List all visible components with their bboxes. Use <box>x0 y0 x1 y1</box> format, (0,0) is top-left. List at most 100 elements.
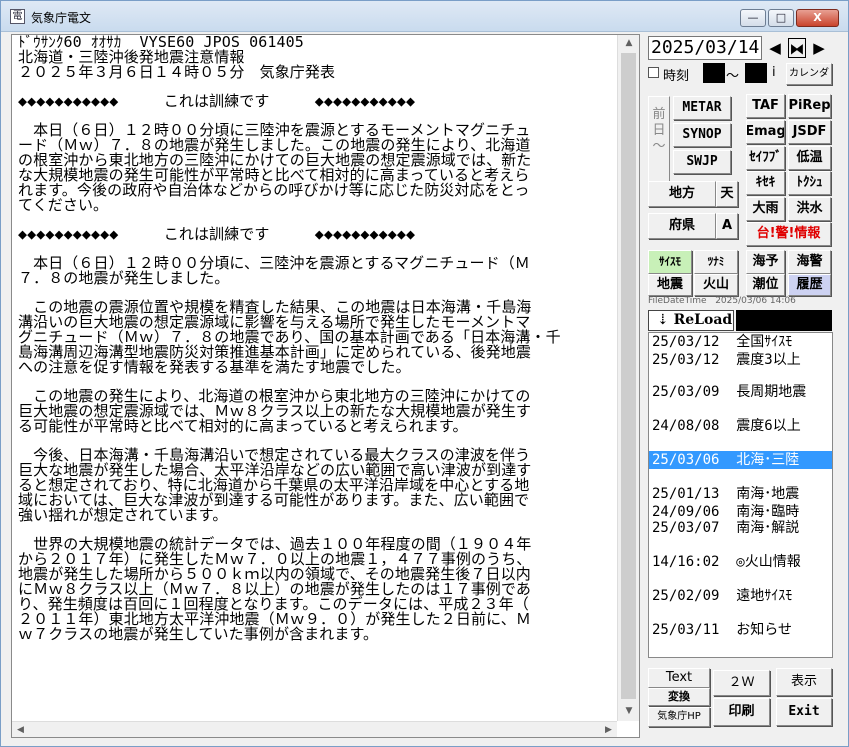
text-button[interactable]: Text <box>648 668 710 688</box>
next-day-icon[interactable]: ▶ <box>810 38 828 58</box>
list-item-date: 25/03/12 <box>652 334 720 350</box>
window-title: 気象庁電文 <box>31 11 92 25</box>
list-item-label: 遠地ｻｲｽﾓ <box>736 588 793 604</box>
tokushu-button[interactable]: ﾄｸｼｭ <box>788 171 831 195</box>
minimize-button[interactable]: — <box>740 9 766 27</box>
paragraph-line: る可能性が平常時と比べて相対的に高まっていると考えられます。 <box>18 417 468 435</box>
close-button[interactable]: X <box>796 9 839 27</box>
list-item-label: 震度3以上 <box>736 352 801 368</box>
kouzui-button[interactable]: 洪水 <box>788 197 831 221</box>
paragraph: 世界の大規模地震の統計データでは、過去１００年程度の間（１９０４年 から２０１７年… <box>18 537 612 642</box>
banner-text: ◆◆◆◆◆◆◆◆◆◆◆ これは訓練です ◆◆◆◆◆◆◆◆◆◆◆ <box>18 92 416 110</box>
jma-hp-button[interactable]: 気象庁HP <box>648 707 710 727</box>
file-datetime-value: 2025/03/06 14:06 <box>715 296 796 306</box>
list-item-date: 25/03/06 <box>652 452 720 468</box>
jsdf-button[interactable]: JSDF <box>788 120 831 144</box>
jishin-button[interactable]: 地震 <box>648 274 692 296</box>
kazan-button[interactable]: 火山 <box>694 274 738 296</box>
horizontal-scrollbar[interactable]: ◀ ▶ <box>12 721 617 737</box>
scroll-down-icon[interactable]: ▼ <box>618 703 639 720</box>
kaiyou-button[interactable]: 海予 <box>746 250 785 274</box>
ooame-button[interactable]: 大雨 <box>746 197 785 221</box>
title-bar[interactable]: 電 気象庁電文 — □ X <box>1 1 848 32</box>
metar-button[interactable]: METAR <box>673 96 731 120</box>
list-item-date: 25/03/12 <box>652 352 720 368</box>
control-panel: 2025/03/14 ◀ ⧓ ▶ 時刻 〜 i カレンダ 前 日 〜 METAR… <box>646 34 841 738</box>
kaikei-button[interactable]: 海警 <box>788 250 831 274</box>
paragraph: この地震の発生により、北海道の根室沖から東北地方の三陸沖にかけての 巨大地震の想定… <box>18 389 612 434</box>
list-item[interactable]: 25/02/09 遠地ｻｲｽﾓ <box>649 587 832 605</box>
training-banner: ◆◆◆◆◆◆◆◆◆◆◆ これは訓練です ◆◆◆◆◆◆◆◆◆◆◆ <box>18 94 612 109</box>
time-start-field[interactable] <box>703 63 725 83</box>
time-end-field[interactable] <box>745 63 767 83</box>
list-item-label: 震度6以上 <box>736 418 801 434</box>
list-item[interactable]: 25/03/07 南海･解説 <box>649 519 832 537</box>
a-button[interactable]: A <box>716 213 738 239</box>
seismo-button[interactable]: ｻｲｽﾓ <box>648 250 692 274</box>
list-item-label: 南海･解説 <box>736 520 800 536</box>
message-list[interactable]: 25/03/12 全国ｻｲｽﾓ 25/03/12 震度3以上 25/03/09 長周… <box>648 332 833 658</box>
ten-button[interactable]: 天 <box>716 181 738 207</box>
henkan-button[interactable]: 変換 <box>648 688 710 706</box>
taf-button[interactable]: TAF <box>746 94 785 118</box>
paragraph: 本日（６日）１２時００分頃に三陸沖を震源とするモーメントマグニチュ ード（Ｍｗ）７… <box>18 123 612 213</box>
synop-button[interactable]: SYNOP <box>673 123 731 147</box>
message-text-pane[interactable]: ﾄﾞｳｻﾝｸ60 ｵｵｻｶ VYSE60 JPOS 061405 北海道・三陸沖後… <box>11 34 640 738</box>
date-field[interactable]: 2025/03/14 <box>648 36 762 60</box>
list-item-date: 24/09/06 <box>652 504 720 520</box>
list-item-date: 25/03/07 <box>652 520 720 536</box>
list-item[interactable]: 25/03/11 お知らせ <box>649 621 832 639</box>
list-item[interactable]: 25/01/13 南海･地震 <box>649 485 832 503</box>
emag-button[interactable]: Emag <box>746 120 785 144</box>
list-item[interactable]: 14/16:02 ◎火山情報 <box>649 553 832 571</box>
paragraph-line: ７．８の地震が発生しました。 <box>18 269 230 287</box>
file-datetime-label: FileDateTime <box>648 296 707 306</box>
time-label: 時刻 <box>663 69 690 84</box>
chihou-button[interactable]: 地方 <box>648 181 716 207</box>
list-item[interactable]: 24/08/08 震度6以上 <box>649 417 832 435</box>
list-item-label: 全国ｻｲｽﾓ <box>736 334 793 350</box>
paragraph-line: てください。 <box>18 196 109 214</box>
list-item-date: 25/03/09 <box>652 384 720 400</box>
scroll-up-icon[interactable]: ▲ <box>618 35 639 52</box>
prev-day-icon[interactable]: ◀ <box>766 38 784 58</box>
list-item-label: 南海･地震 <box>736 486 800 502</box>
pirep-button[interactable]: PiRep <box>788 94 831 118</box>
paragraph-line: への注意を促す情報を発表する基準を満たす地震でした。 <box>18 358 411 376</box>
calendar-button[interactable]: カレンダ <box>786 63 832 85</box>
kiseki-button[interactable]: ｷｾｷ <box>746 171 785 195</box>
print-button[interactable]: 印刷 <box>713 698 770 726</box>
list-item[interactable]: 25/03/06 北海･三陸 <box>649 451 832 469</box>
header-line: ２０２５年３月６日１４時０５分 気象庁発表 <box>18 63 336 81</box>
list-item-date: 25/02/09 <box>652 588 720 604</box>
list-item-date: 25/03/11 <box>652 622 720 638</box>
scroll-thumb[interactable] <box>621 53 636 699</box>
seifubu-button[interactable]: ｾｲﾌﾌﾞ <box>746 146 785 170</box>
list-item[interactable]: 25/03/12 震度3以上 <box>649 351 832 369</box>
teion-button[interactable]: 低温 <box>788 146 831 170</box>
rireki-button[interactable]: 履歴 <box>788 274 831 296</box>
reload-button[interactable]: ⇣ ReLoad <box>648 310 734 331</box>
typhoon-warning-info-button[interactable]: 台!警!情報 <box>746 222 831 246</box>
vertical-scrollbar[interactable]: ▲ ▼ <box>617 35 639 721</box>
list-item[interactable]: 25/03/09 長周期地震 <box>649 383 832 401</box>
exit-button[interactable]: Exit <box>776 698 832 726</box>
two-w-button[interactable]: ２Ｗ <box>713 670 770 696</box>
list-item-date: 14/16:02 <box>652 554 720 570</box>
list-item[interactable]: 25/03/12 全国ｻｲｽﾓ <box>649 333 832 351</box>
paragraph: 本日（６日）１２時００分頃に、三陸沖を震源とするマグニチュード（Ｍ ７．８の地震が… <box>18 256 612 286</box>
maximize-button[interactable]: □ <box>768 9 794 27</box>
paragraph-line: 強い揺れが想定されています。 <box>18 506 228 524</box>
today-icon[interactable]: ⧓ <box>788 38 806 58</box>
tsunami-button[interactable]: ﾂﾅﾐ <box>694 250 738 274</box>
choui-button[interactable]: 潮位 <box>746 274 785 296</box>
main-window: 電 気象庁電文 — □ X ﾄﾞｳｻﾝｸ60 ｵｵｻｶ VYSE60 JPOS … <box>0 0 849 747</box>
scroll-left-icon[interactable]: ◀ <box>12 722 29 737</box>
swjp-button[interactable]: SWJP <box>673 150 731 174</box>
info-label: i <box>772 65 776 80</box>
fuken-button[interactable]: 府県 <box>648 213 716 239</box>
time-checkbox[interactable] <box>648 67 659 78</box>
reload-status-field <box>736 310 832 331</box>
scroll-right-icon[interactable]: ▶ <box>600 722 617 737</box>
hyouji-button[interactable]: 表示 <box>776 668 832 696</box>
